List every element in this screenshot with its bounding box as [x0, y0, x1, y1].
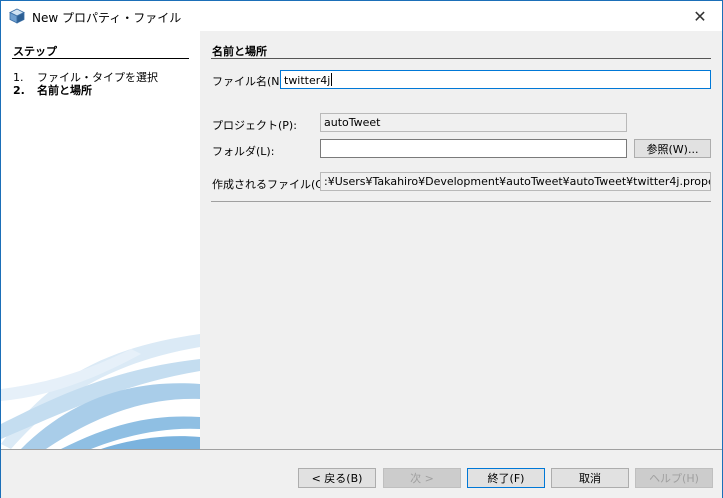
file-name-input[interactable]: twitter4j: [280, 70, 711, 89]
steps-heading: ステップ: [13, 45, 57, 58]
title-bar: New プロパティ・ファイル ✕: [1, 1, 722, 31]
project-field: autoTweet: [320, 113, 627, 132]
back-button[interactable]: < 戻る(B): [298, 468, 376, 488]
steps-panel: ステップ 1. ファイル・タイプを選択 2. 名前と場所: [1, 31, 200, 449]
file-name-label: ファイル名(N):: [212, 75, 288, 88]
help-button[interactable]: ヘルプ(H): [635, 468, 713, 488]
browse-button[interactable]: 参照(W)...: [634, 139, 711, 158]
separator: [211, 201, 711, 202]
close-icon[interactable]: ✕: [693, 7, 706, 26]
close-button[interactable]: ✕: [678, 1, 722, 31]
button-bar: < 戻る(B) 次 > 終了(F) 取消 ヘルプ(H): [1, 449, 722, 498]
step-item-name-location: 2. 名前と場所: [13, 82, 92, 98]
folder-label: フォルダ(L):: [212, 145, 275, 158]
main-panel: 名前と場所 ファイル名(N): twitter4j プロジェクト(P): aut…: [200, 31, 722, 449]
project-label: プロジェクト(P):: [212, 119, 297, 132]
created-file-label: 作成されるファイル(C):: [212, 178, 331, 191]
steps-divider: [12, 58, 189, 59]
decorative-swoosh-graphic: [1, 334, 200, 449]
next-button[interactable]: 次 >: [383, 468, 461, 488]
section-heading: 名前と場所: [212, 45, 267, 58]
finish-button[interactable]: 終了(F): [467, 468, 545, 488]
cube-icon: [9, 8, 25, 24]
text-caret: [331, 73, 333, 86]
dialog-window: New プロパティ・ファイル ✕ ステップ 1. ファイル・タイプを選択 2. 名前…: [0, 0, 723, 498]
step-label: 名前と場所: [37, 84, 92, 97]
section-divider: [211, 58, 711, 59]
window-title: New プロパティ・ファイル: [32, 11, 182, 25]
folder-input[interactable]: [320, 139, 627, 158]
created-file-field: :¥Users¥Takahiro¥Development¥autoTweet¥a…: [320, 172, 711, 191]
step-number: 2.: [13, 84, 25, 97]
cancel-button[interactable]: 取消: [551, 468, 629, 488]
